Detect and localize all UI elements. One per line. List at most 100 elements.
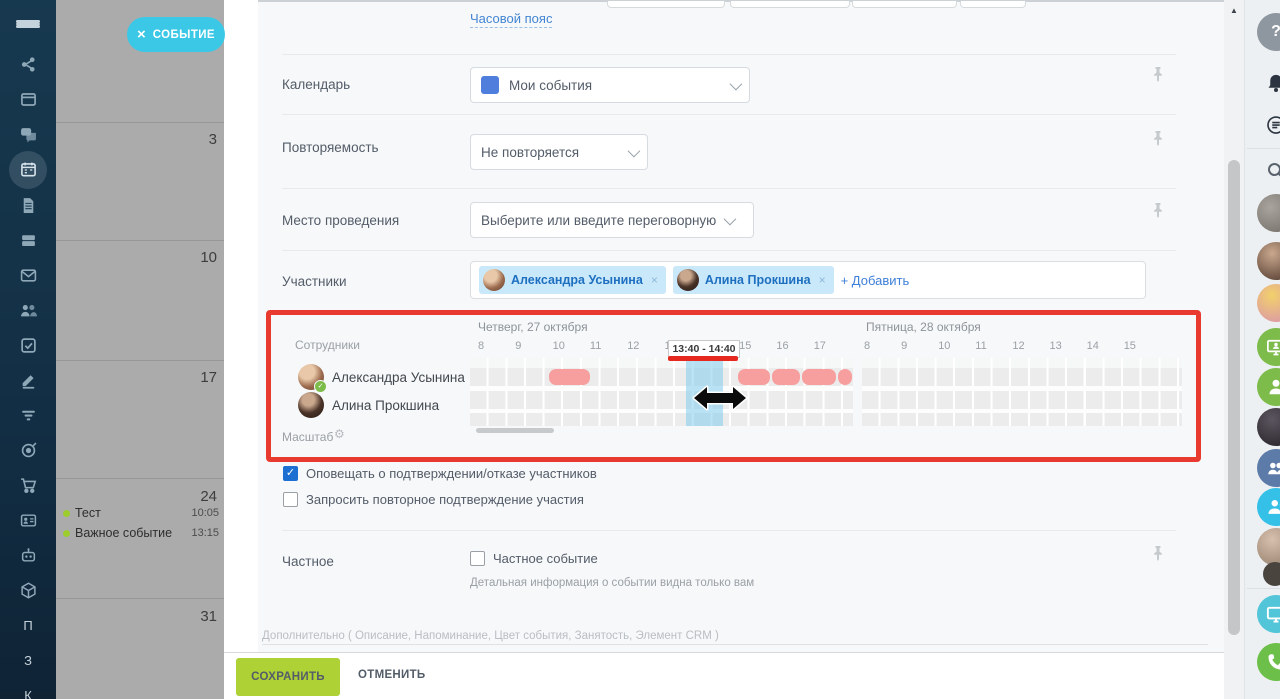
notification-checkbox-row[interactable]: ✓Оповещать о подтверждении/отказе участн…: [283, 466, 597, 481]
calendar-icon-active[interactable]: [9, 151, 47, 189]
close-icon[interactable]: ×: [137, 27, 146, 42]
pin-icon[interactable]: [1152, 130, 1164, 147]
tasks-icon[interactable]: [20, 337, 37, 354]
hour-label: 17: [814, 340, 826, 352]
calendar-day-number: 10: [200, 249, 217, 266]
event-slider-title-button[interactable]: × СОБЫТИЕ: [127, 17, 225, 52]
scale-label: Масштаб: [282, 430, 333, 444]
phone-icon[interactable]: [1257, 643, 1280, 681]
menu-hamburger-icon[interactable]: [16, 20, 40, 28]
timeline-scrollbar[interactable]: [476, 428, 554, 433]
scheduler-grid[interactable]: [862, 358, 1182, 426]
event-button-label: СОБЫТИЕ: [153, 29, 215, 41]
grid-row: [470, 358, 853, 368]
page-scrollbar-track[interactable]: ▲: [1224, 0, 1244, 699]
participant-chip[interactable]: Алина Прокшина×: [673, 266, 834, 294]
mail-icon[interactable]: [20, 267, 37, 284]
filter-icon[interactable]: [20, 407, 37, 424]
participants-box[interactable]: Александра Усынина×Алина Прокшина× + Доб…: [470, 261, 1146, 299]
chat-icon[interactable]: [20, 126, 37, 143]
repeat-select[interactable]: Не повторяется: [470, 134, 648, 170]
private-event-checkbox-row[interactable]: Частное событие: [470, 551, 598, 566]
avatar[interactable]: [1263, 562, 1280, 586]
day-strip-thursday[interactable]: Четверг, 27 октября 891011121314151617: [470, 318, 853, 432]
scheduler-grid[interactable]: [470, 358, 853, 426]
left-sidebar: П З К: [0, 0, 56, 699]
partial-time-field[interactable]: [960, 1, 1026, 8]
avatar[interactable]: [1257, 284, 1280, 322]
save-button[interactable]: СОХРАНИТЬ: [236, 658, 340, 696]
automation-robot-icon[interactable]: [20, 547, 37, 564]
gear-icon[interactable]: ⚙: [334, 427, 345, 441]
chevron-down-icon: [724, 212, 737, 225]
calendar-event: Важное событие13:15: [63, 525, 219, 541]
employee-name: Алина Прокшина: [332, 398, 439, 413]
busy-block-10-11: [549, 369, 590, 385]
sidebar-item-letter[interactable]: К: [24, 687, 32, 699]
private-checkbox-label: Частное событие: [493, 551, 598, 566]
invite-user-icon[interactable]: [1257, 368, 1280, 406]
documents-icon[interactable]: [20, 197, 37, 214]
participant-chip[interactable]: Александра Усынина×: [479, 266, 666, 294]
contacts-card-icon[interactable]: [20, 512, 37, 529]
day-strip-friday[interactable]: Пятница, 28 октября 89101112131415: [862, 318, 1182, 432]
notification-options: ✓Оповещать о подтверждении/отказе участн…: [283, 466, 597, 507]
cancel-button[interactable]: ОТМЕНИТЬ: [358, 669, 425, 681]
scroll-up-arrow[interactable]: ▲: [1230, 6, 1238, 15]
livefeed-icon[interactable]: [20, 56, 37, 73]
location-row-label: Место проведения: [282, 213, 399, 228]
market-cube-icon[interactable]: [20, 582, 37, 599]
pin-icon[interactable]: [1152, 202, 1164, 219]
panel-menu-icon[interactable]: [1257, 106, 1280, 144]
hour-label: 9: [515, 340, 521, 352]
location-select[interactable]: Выберите или введите переговорную: [470, 202, 754, 238]
pin-icon[interactable]: [1152, 545, 1164, 562]
avatar[interactable]: [1257, 242, 1280, 280]
help-icon[interactable]: ?: [1257, 13, 1280, 51]
avatar[interactable]: [1257, 194, 1280, 232]
partial-date-field[interactable]: [852, 1, 957, 8]
grid-row: [470, 413, 853, 426]
invite-person-plus-icon[interactable]: [1257, 488, 1280, 526]
avatar[interactable]: [1257, 528, 1280, 566]
hour-label: 11: [975, 340, 986, 352]
partial-time-field[interactable]: [730, 1, 850, 8]
day-title: Пятница, 28 октября: [866, 320, 981, 334]
sign-icon[interactable]: [20, 372, 37, 389]
company-icon[interactable]: [20, 302, 37, 319]
crm-target-icon[interactable]: [20, 442, 37, 459]
private-row-label: Частное: [282, 554, 334, 569]
busy-block-17: [802, 369, 836, 385]
avatar: ✓: [298, 364, 324, 390]
checkbox-checked[interactable]: ✓: [283, 466, 298, 481]
search-icon[interactable]: [1257, 152, 1280, 190]
workspace-icon[interactable]: [20, 91, 37, 108]
group-chat-icon[interactable]: [1257, 449, 1280, 487]
drive-icon[interactable]: [20, 232, 37, 249]
shop-cart-icon[interactable]: [20, 477, 37, 494]
panel-divider: [1247, 148, 1280, 149]
notifications-bell-icon[interactable]: [1257, 64, 1280, 102]
avatar[interactable]: [1257, 408, 1280, 446]
pin-icon[interactable]: [1152, 66, 1164, 83]
sidebar-item-letter[interactable]: З: [24, 652, 32, 669]
hour-label: 12: [627, 340, 639, 352]
remove-icon[interactable]: ×: [651, 273, 658, 287]
checkbox-unchecked[interactable]: [470, 551, 485, 566]
add-participant-button[interactable]: + Добавить: [841, 273, 910, 288]
checkbox-unchecked[interactable]: [283, 492, 298, 507]
footer-bar: СОХРАНИТЬ ОТМЕНИТЬ: [224, 652, 1224, 699]
availability-timeline[interactable]: Четверг, 27 октября 891011121314151617: [470, 318, 1184, 438]
timezone-link[interactable]: Часовой пояс: [470, 11, 552, 28]
resize-cursor-icon: [692, 382, 748, 414]
remove-icon[interactable]: ×: [819, 273, 826, 287]
user-monitor-icon[interactable]: [1257, 328, 1280, 366]
page-scrollbar-thumb[interactable]: [1228, 160, 1240, 635]
calendar-select[interactable]: Мои события: [470, 67, 750, 103]
screen-share-icon[interactable]: [1257, 595, 1280, 633]
notification-checkbox-row[interactable]: Запросить повторное подтверждение участи…: [283, 492, 597, 507]
partial-date-field[interactable]: [607, 1, 725, 8]
grid-row-employee-1: [862, 368, 1182, 386]
sidebar-icon-stack: П З К: [9, 56, 47, 699]
sidebar-item-letter[interactable]: П: [23, 617, 32, 634]
